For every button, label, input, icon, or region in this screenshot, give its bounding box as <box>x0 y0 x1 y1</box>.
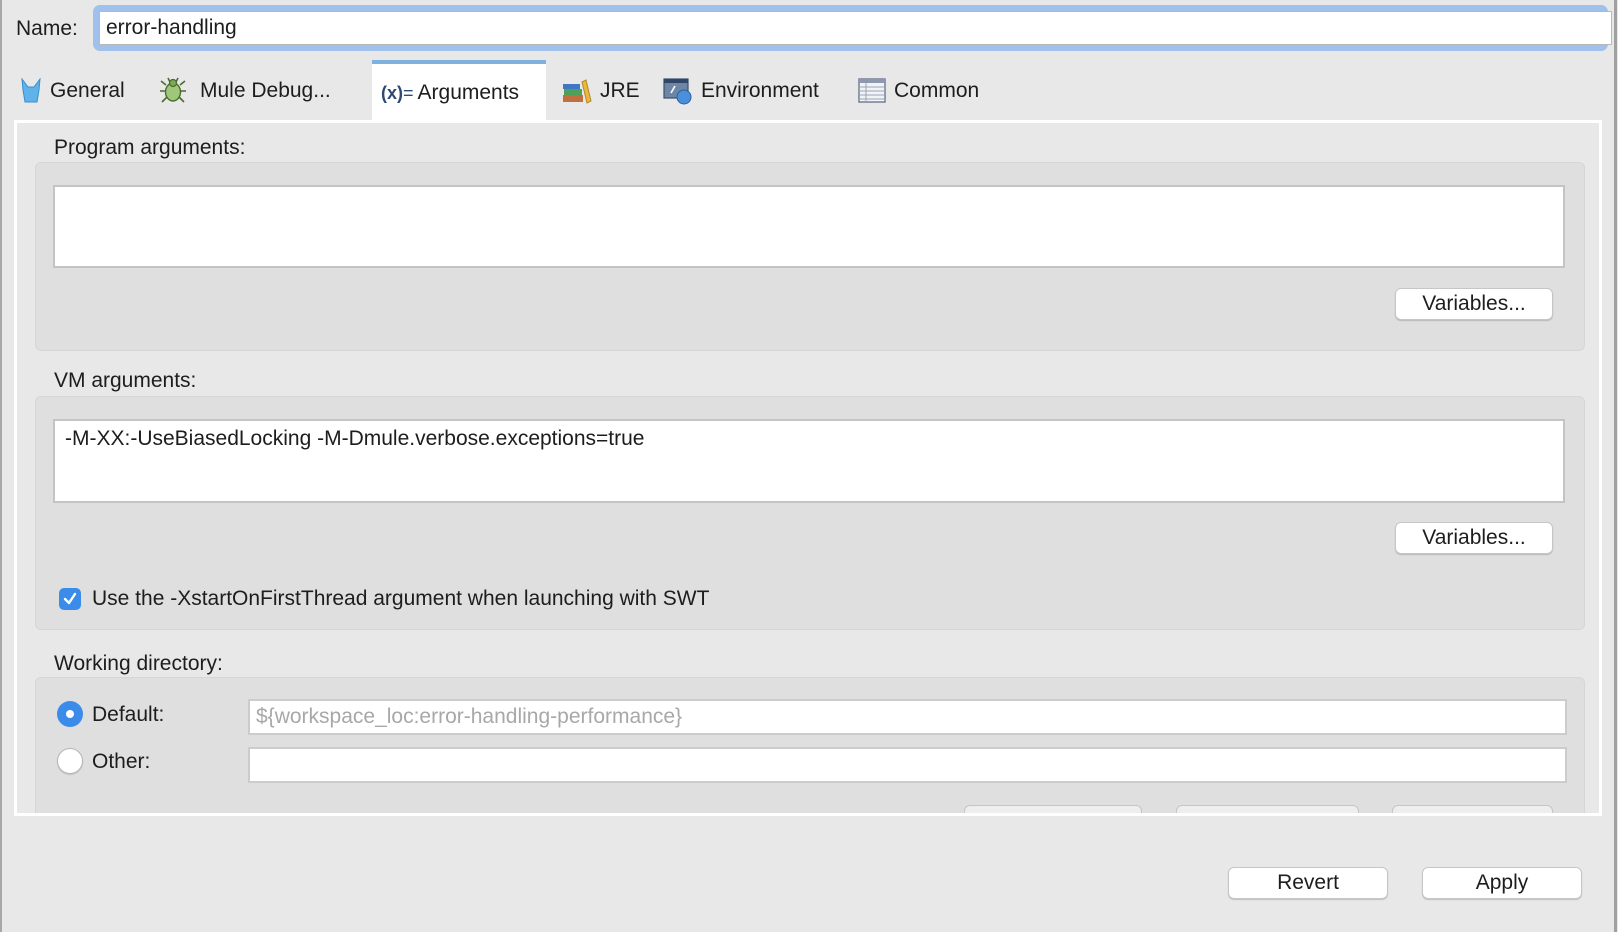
tab-mule-debug[interactable]: Mule Debug... <box>158 60 331 122</box>
tab-environment[interactable]: Environment <box>663 60 819 122</box>
other-radio[interactable] <box>57 748 83 774</box>
tab-environment-label: Environment <box>701 79 819 102</box>
program-arguments-group: Variables... <box>35 162 1585 351</box>
tab-common-label: Common <box>894 79 980 102</box>
checkmark-icon <box>63 592 77 605</box>
name-label: Name: <box>16 17 78 40</box>
name-input[interactable] <box>99 11 1612 45</box>
other-radio-label: Other: <box>92 750 151 773</box>
tab-general-label: General <box>50 79 125 102</box>
program-arguments-variables-button[interactable]: Variables... <box>1395 288 1553 320</box>
workspace-button-partial[interactable] <box>964 805 1142 813</box>
vm-arguments-variables-button[interactable]: Variables... <box>1395 522 1553 554</box>
working-directory-group: Default: Other: <box>35 677 1585 813</box>
apply-button[interactable]: Apply <box>1422 867 1582 899</box>
other-directory-field[interactable] <box>248 747 1567 783</box>
arguments-panel: Program arguments: Variables... VM argum… <box>14 120 1602 816</box>
vm-arguments-label: VM arguments: <box>54 369 197 392</box>
environment-icon <box>663 77 693 105</box>
file-system-button-partial[interactable] <box>1176 805 1359 813</box>
default-radio-label: Default: <box>92 703 165 726</box>
arguments-icon: (x) = <box>381 82 414 103</box>
working-directory-label: Working directory: <box>54 652 223 675</box>
revert-button[interactable]: Revert <box>1228 867 1388 899</box>
program-arguments-label: Program arguments: <box>54 136 246 159</box>
tab-general[interactable]: General <box>20 60 125 122</box>
tab-mule-debug-label: Mule Debug... <box>200 79 331 102</box>
swt-checkbox[interactable] <box>59 588 81 610</box>
tab-arguments[interactable]: (x) = Arguments <box>372 60 546 122</box>
general-icon <box>20 78 42 104</box>
window-border-right <box>1614 0 1617 932</box>
swt-checkbox-label: Use the -XstartOnFirstThread argument wh… <box>92 587 710 610</box>
library-books-icon <box>562 78 592 104</box>
bug-icon <box>158 77 188 105</box>
variables-button-partial[interactable] <box>1392 805 1553 813</box>
vm-arguments-input[interactable]: -M-XX:-UseBiasedLocking -M-Dmule.verbose… <box>53 419 1565 503</box>
window-border-left <box>0 0 2 932</box>
default-directory-field[interactable] <box>248 699 1567 735</box>
tab-jre-label: JRE <box>600 79 640 102</box>
table-icon <box>858 78 886 104</box>
tab-jre[interactable]: JRE <box>562 60 640 122</box>
tab-arguments-label: Arguments <box>417 81 520 104</box>
vm-arguments-group: -M-XX:-UseBiasedLocking -M-Dmule.verbose… <box>35 396 1585 630</box>
program-arguments-input[interactable] <box>53 185 1565 268</box>
default-radio[interactable] <box>57 701 83 727</box>
tab-common[interactable]: Common <box>858 60 979 122</box>
